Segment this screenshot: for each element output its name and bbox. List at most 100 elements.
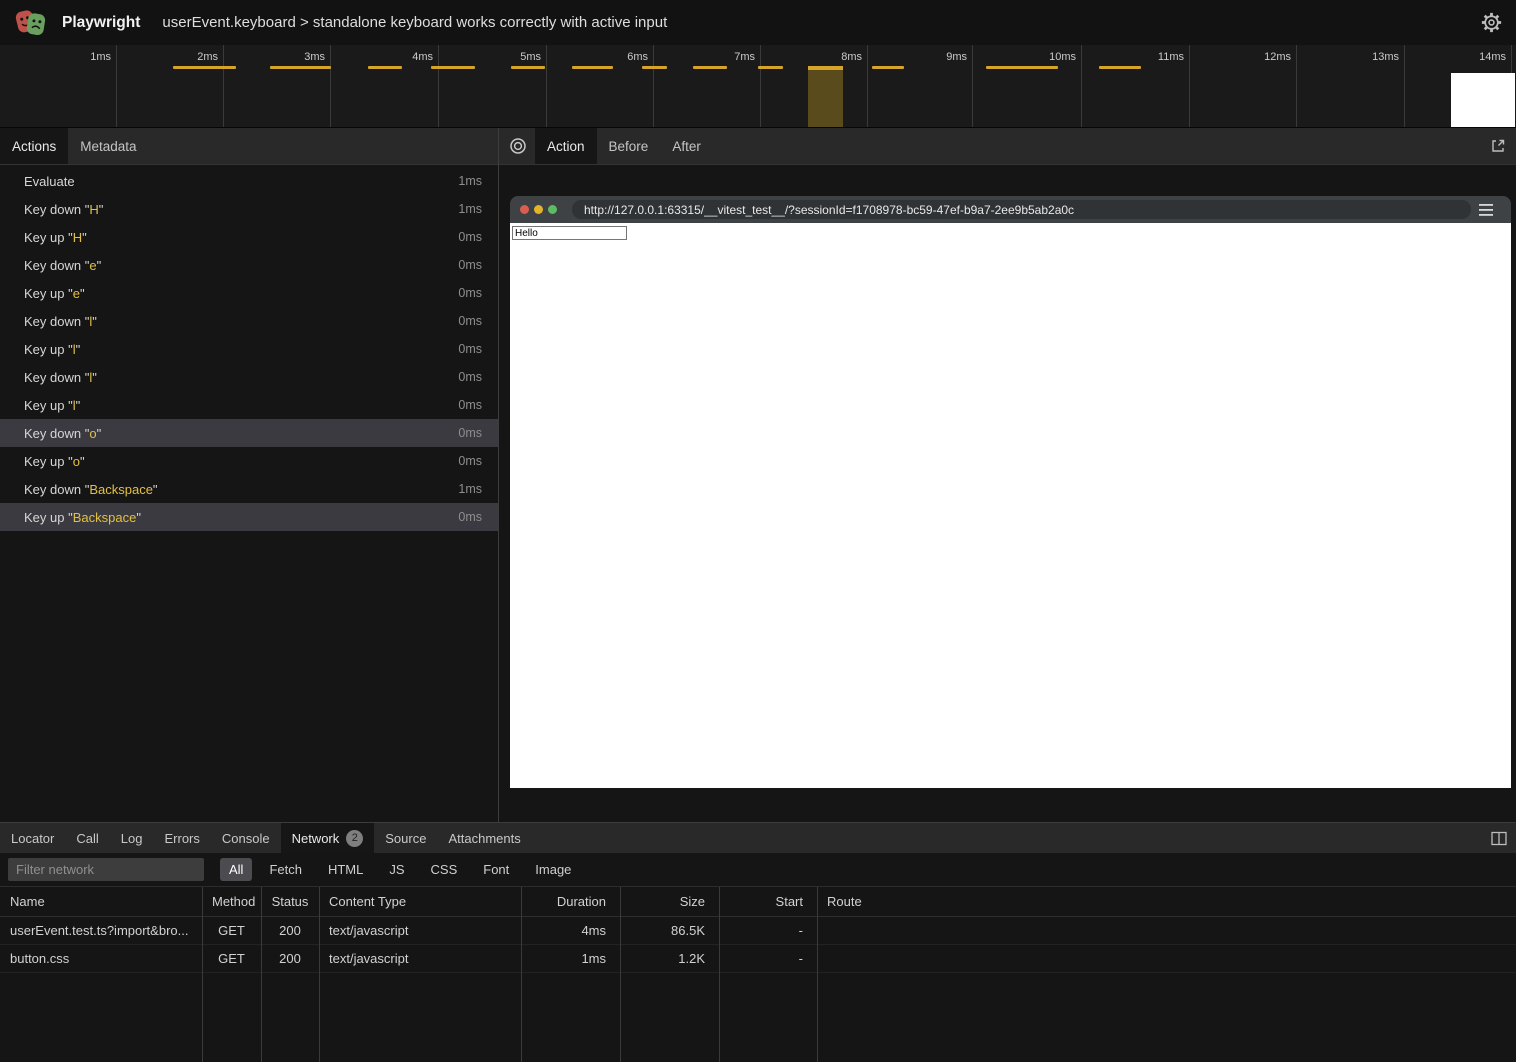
- network-cell: button.css: [0, 951, 202, 966]
- action-label: Key up "Backspace": [24, 510, 141, 525]
- pick-locator-icon[interactable]: [505, 128, 535, 164]
- timeline-action-tick[interactable]: [986, 66, 1058, 69]
- tab-action[interactable]: Action: [535, 128, 597, 164]
- network-count-badge: 2: [346, 830, 363, 847]
- timeline-gridline: [1296, 45, 1297, 127]
- timeline-action-tick[interactable]: [572, 66, 613, 69]
- action-duration: 0ms: [458, 398, 482, 412]
- action-duration: 0ms: [458, 454, 482, 468]
- timeline-action-tick[interactable]: [368, 66, 402, 69]
- filter-chip-js[interactable]: JS: [380, 858, 413, 881]
- tab-console[interactable]: Console: [211, 823, 281, 853]
- action-label: Key up "e": [24, 286, 85, 301]
- timeline-action-tick[interactable]: [1099, 66, 1141, 69]
- column-divider: [319, 887, 320, 1062]
- action-duration: 1ms: [458, 174, 482, 188]
- action-row[interactable]: Key down "l" 0ms: [0, 307, 498, 335]
- tab-attachments[interactable]: Attachments: [437, 823, 531, 853]
- tab-source[interactable]: Source: [374, 823, 437, 853]
- network-cell: 86.5K: [620, 923, 719, 938]
- tab-log[interactable]: Log: [110, 823, 154, 853]
- snapshot-tabbar: ActionBeforeAfter: [499, 128, 1516, 165]
- timeline-action-tick[interactable]: [173, 66, 236, 69]
- network-cell: text/javascript: [319, 951, 521, 966]
- action-duration: 0ms: [458, 314, 482, 328]
- action-row[interactable]: Key up "o" 0ms: [0, 447, 498, 475]
- timeline-gridline: [438, 45, 439, 127]
- timeline-gridline: [1081, 45, 1082, 127]
- tab-actions[interactable]: Actions: [0, 128, 68, 164]
- column-divider: [620, 887, 621, 1062]
- actions-list: Evaluate "" 1ms Key down "H" 1ms Key up …: [0, 165, 498, 822]
- timeline-time-label: 3ms: [304, 51, 325, 63]
- filter-chip-html[interactable]: HTML: [319, 858, 372, 881]
- timeline-time-label: 1ms: [90, 51, 111, 63]
- column-header-status: Status: [261, 894, 319, 909]
- column-divider: [202, 887, 203, 1062]
- action-label: Key up "H": [24, 230, 87, 245]
- column-header-duration: Duration: [521, 894, 620, 909]
- timeline-action-tick[interactable]: [511, 66, 545, 69]
- timeline-time-label: 10ms: [1049, 51, 1076, 63]
- action-duration: 0ms: [458, 286, 482, 300]
- timeline-action-tick[interactable]: [642, 66, 667, 69]
- network-table: NameMethodStatusContent TypeDurationSize…: [0, 887, 1516, 1062]
- timeline-time-label: 4ms: [412, 51, 433, 63]
- timeline-film-thumbnail[interactable]: [1451, 73, 1515, 127]
- tab-after[interactable]: After: [660, 128, 713, 164]
- filter-chip-image[interactable]: Image: [526, 858, 580, 881]
- details-panel: Locator Call Log Errors Console Network …: [0, 822, 1516, 1062]
- action-row[interactable]: Key down "l" 0ms: [0, 363, 498, 391]
- hamburger-menu-icon: [1471, 204, 1501, 216]
- action-duration: 1ms: [458, 482, 482, 496]
- tab-metadata[interactable]: Metadata: [68, 128, 148, 164]
- action-row[interactable]: Key up "e" 0ms: [0, 279, 498, 307]
- action-label: Key down "l": [24, 370, 97, 385]
- tab-locator[interactable]: Locator: [0, 823, 65, 853]
- snapshot-area: http://127.0.0.1:63315/__vitest_test__/?…: [499, 165, 1516, 822]
- tab-call[interactable]: Call: [65, 823, 109, 853]
- timeline-time-label: 9ms: [946, 51, 967, 63]
- timeline-strip[interactable]: 1ms2ms3ms4ms5ms6ms7ms8ms9ms10ms11ms12ms1…: [0, 45, 1516, 128]
- page-text-input[interactable]: [512, 226, 627, 240]
- action-row[interactable]: Evaluate "" 1ms: [0, 167, 498, 195]
- timeline-action-tick[interactable]: [431, 66, 475, 69]
- network-cell: userEvent.test.ts?import&bro...: [0, 923, 202, 938]
- open-external-icon[interactable]: [1490, 128, 1516, 164]
- timeline-action-tick[interactable]: [270, 66, 331, 69]
- filter-chip-font[interactable]: Font: [474, 858, 518, 881]
- action-duration: 0ms: [458, 510, 482, 524]
- address-bar: http://127.0.0.1:63315/__vitest_test__/?…: [572, 200, 1471, 219]
- timeline-action-tick[interactable]: [693, 66, 727, 69]
- action-duration: 1ms: [458, 202, 482, 216]
- action-row[interactable]: Key down "Backspace" 1ms: [0, 475, 498, 503]
- filter-network-input[interactable]: [8, 858, 204, 881]
- timeline-action-tick[interactable]: [758, 66, 783, 69]
- action-label: Evaluate "": [24, 174, 75, 189]
- action-row[interactable]: Key up "H" 0ms: [0, 223, 498, 251]
- action-row[interactable]: Key down "e" 0ms: [0, 251, 498, 279]
- main-split: ActionsMetadata Evaluate "" 1ms Key down…: [0, 128, 1516, 822]
- network-row[interactable]: userEvent.test.ts?import&bro...GET200tex…: [0, 917, 1516, 945]
- snapshot-page: [510, 223, 1511, 788]
- tab-errors[interactable]: Errors: [153, 823, 210, 853]
- tab-before[interactable]: Before: [597, 128, 661, 164]
- action-row[interactable]: Key up "Backspace" 0ms: [0, 503, 498, 531]
- network-cell: text/javascript: [319, 923, 521, 938]
- action-duration: 0ms: [458, 258, 482, 272]
- layout-columns-icon[interactable]: [1491, 823, 1516, 853]
- filter-chip-css[interactable]: CSS: [422, 858, 467, 881]
- action-row[interactable]: Key up "l" 0ms: [0, 391, 498, 419]
- network-row[interactable]: button.cssGET200text/javascript1ms1.2K-: [0, 945, 1516, 973]
- action-row[interactable]: Key up "l" 0ms: [0, 335, 498, 363]
- action-row[interactable]: Key down "o" 0ms: [0, 419, 498, 447]
- action-row[interactable]: Key down "H" 1ms: [0, 195, 498, 223]
- timeline-selected-range[interactable]: [808, 66, 843, 127]
- filter-chip-fetch[interactable]: Fetch: [260, 858, 311, 881]
- details-tabbar: Locator Call Log Errors Console Network …: [0, 823, 1516, 853]
- settings-gear-icon[interactable]: [1481, 12, 1502, 33]
- tab-network[interactable]: Network 2: [281, 823, 375, 853]
- timeline-action-tick[interactable]: [872, 66, 904, 69]
- filter-chip-all[interactable]: All: [220, 858, 252, 881]
- column-divider: [261, 887, 262, 1062]
